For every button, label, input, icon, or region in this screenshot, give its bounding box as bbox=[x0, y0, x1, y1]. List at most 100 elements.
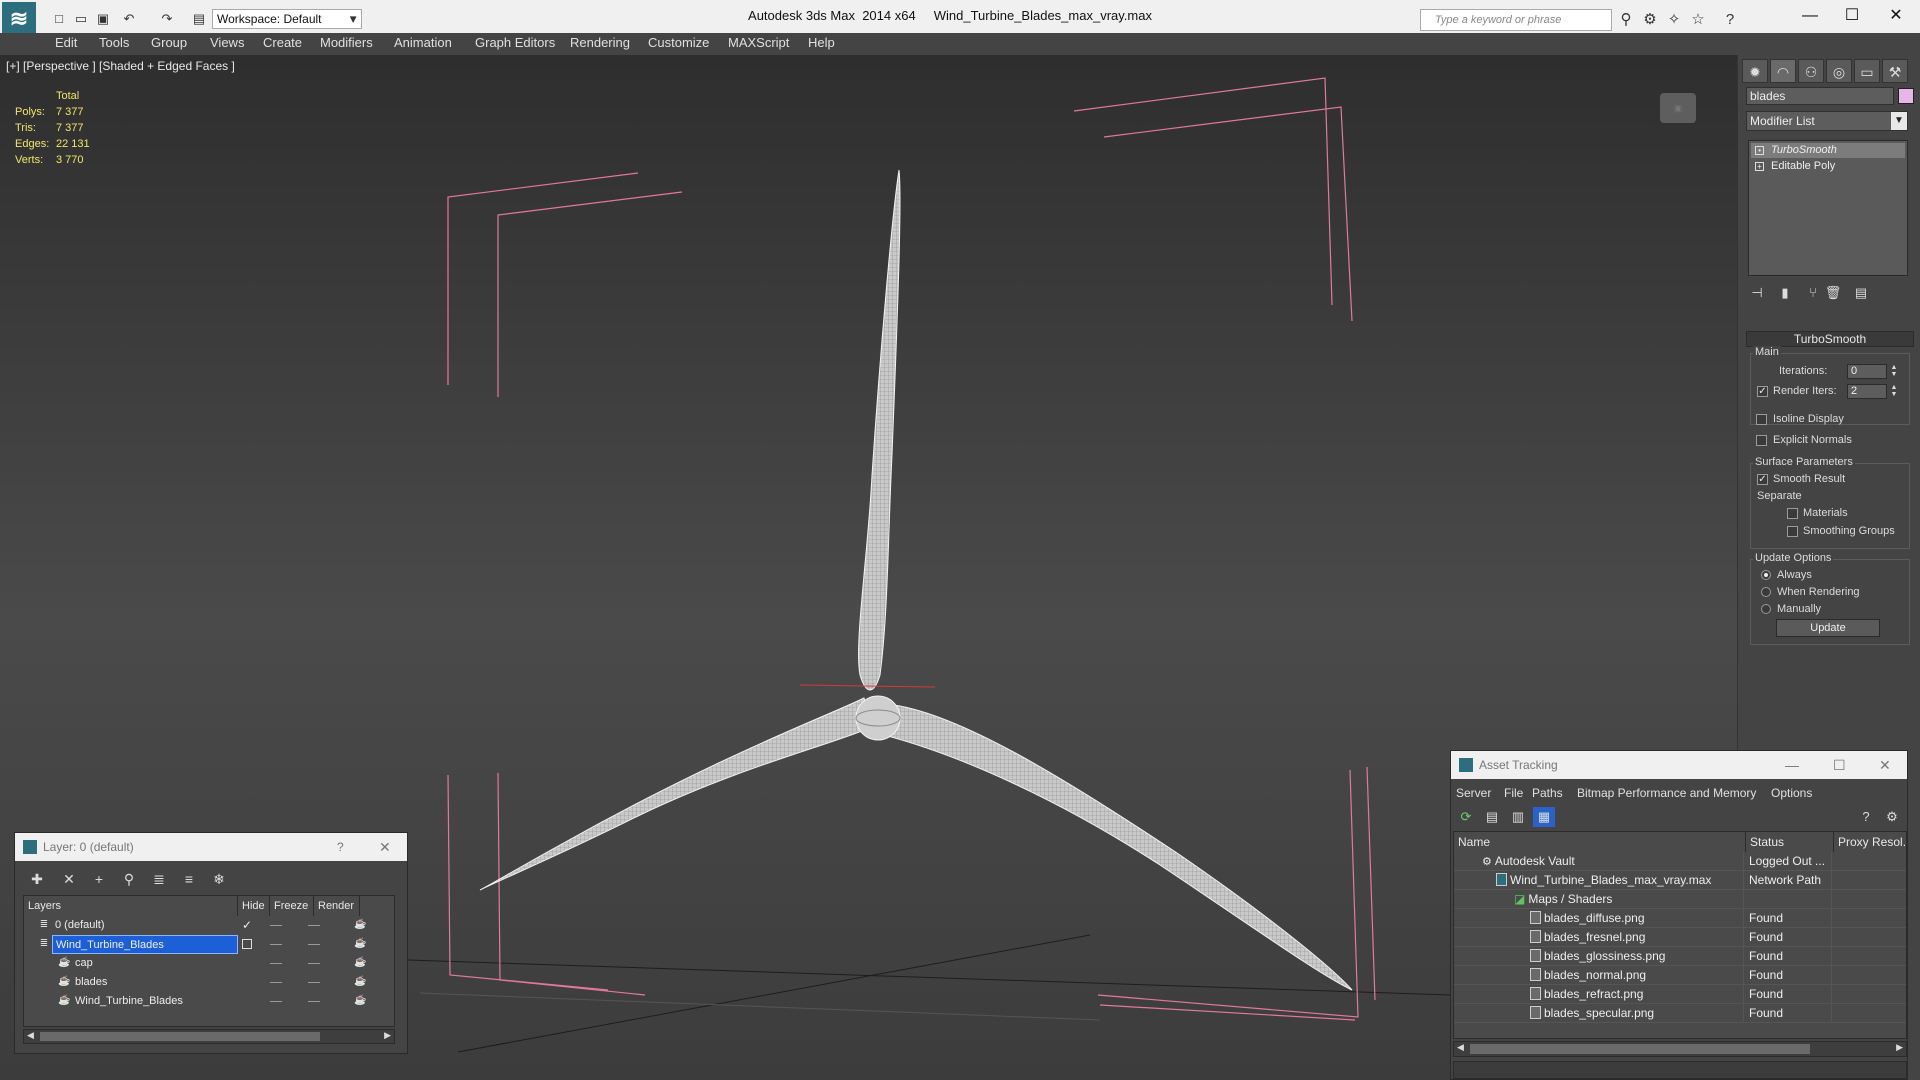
isoline-checkbox[interactable] bbox=[1756, 414, 1767, 425]
menu-rendering[interactable]: Rendering bbox=[570, 33, 630, 54]
menu-views[interactable]: Views bbox=[210, 33, 244, 54]
menu-maxscript[interactable]: MAXScript bbox=[728, 33, 789, 54]
search-input[interactable]: Type a keyword or phrase bbox=[1420, 9, 1612, 31]
menu-server[interactable]: Server bbox=[1456, 783, 1491, 803]
menu-bitmap-performance[interactable]: Bitmap Performance and Memory bbox=[1577, 783, 1756, 803]
menu-modifiers[interactable]: Modifiers bbox=[320, 33, 373, 54]
column-hide[interactable]: Hide bbox=[238, 896, 270, 916]
app-logo-icon[interactable]: ≋ bbox=[2, 2, 36, 36]
column-name[interactable]: Name bbox=[1454, 832, 1746, 852]
horizontal-scrollbar[interactable]: ◀ ▶ bbox=[1453, 1041, 1907, 1057]
stack-item-editable-poly[interactable]: + Editable Poly bbox=[1751, 159, 1905, 174]
asset-window-title-bar[interactable]: Asset Tracking — ☐ ✕ bbox=[1451, 751, 1907, 779]
show-end-result-icon[interactable]: ▮ bbox=[1776, 283, 1794, 303]
viewcube-icon[interactable]: ▣ bbox=[1660, 93, 1696, 123]
column-render[interactable]: Render bbox=[314, 896, 360, 916]
configure-sets-icon[interactable]: ▤ bbox=[1852, 283, 1870, 303]
highlight-layer-icon[interactable]: ≣ bbox=[147, 869, 171, 889]
maximize-icon[interactable]: ☐ bbox=[1833, 751, 1846, 779]
menu-paths[interactable]: Paths bbox=[1532, 783, 1563, 803]
menu-tools[interactable]: Tools bbox=[99, 33, 129, 54]
object-name-field[interactable]: blades bbox=[1746, 87, 1894, 105]
menu-create[interactable]: Create bbox=[263, 33, 302, 54]
render-iters-checkbox[interactable]: ✓ bbox=[1757, 386, 1768, 397]
render-iters-spinner[interactable]: 2 bbox=[1847, 384, 1887, 399]
render-teapot-icon[interactable]: ☕ bbox=[354, 976, 366, 988]
asset-row[interactable]: blades_fresnel.png Found bbox=[1454, 928, 1906, 947]
details-view-icon[interactable]: ▥ bbox=[1507, 807, 1529, 827]
column-freeze[interactable]: Freeze bbox=[270, 896, 314, 916]
subscription-icon[interactable]: ⚙ bbox=[1640, 10, 1660, 30]
settings-icon[interactable]: ⚙ bbox=[1881, 807, 1903, 827]
save-file-icon[interactable]: ▣ bbox=[94, 10, 112, 28]
manually-radio[interactable] bbox=[1761, 604, 1771, 614]
favorites-star-icon[interactable]: ☆ bbox=[1688, 10, 1708, 30]
explicit-normals-checkbox[interactable] bbox=[1756, 435, 1767, 446]
make-unique-icon[interactable]: ⑂ bbox=[1804, 283, 1822, 303]
spinner-arrows-icon[interactable]: ▲ ▼ bbox=[1889, 384, 1899, 399]
binoculars-icon[interactable]: ⚲ bbox=[1616, 10, 1636, 30]
maximize-icon[interactable]: ☐ bbox=[1832, 2, 1872, 30]
lightbulb-icon[interactable]: • bbox=[1755, 146, 1764, 155]
active-check-icon[interactable]: ✓ bbox=[242, 916, 252, 935]
remove-modifier-icon[interactable]: 🗑 bbox=[1824, 283, 1842, 303]
select-objects-icon[interactable]: ⚲ bbox=[117, 869, 141, 889]
close-icon[interactable]: ✕ bbox=[1876, 2, 1916, 30]
asset-row[interactable]: blades_diffuse.png Found bbox=[1454, 909, 1906, 928]
update-button[interactable]: Update bbox=[1776, 619, 1880, 637]
menu-edit[interactable]: Edit bbox=[55, 33, 77, 54]
scroll-left-icon[interactable]: ◀ bbox=[1457, 1042, 1464, 1053]
when-rendering-radio[interactable] bbox=[1761, 587, 1771, 597]
materials-checkbox[interactable] bbox=[1787, 508, 1798, 519]
create-layer-icon[interactable]: ✚ bbox=[25, 869, 49, 889]
layer-row[interactable]: ≣ 0 (default) ✓ ☕ bbox=[24, 916, 394, 935]
pin-stack-icon[interactable]: ⊣ bbox=[1748, 283, 1766, 303]
menu-customize[interactable]: Customize bbox=[648, 33, 709, 54]
minimize-icon[interactable]: — bbox=[1785, 751, 1799, 779]
modifier-list-dropdown[interactable]: Modifier List ▼ bbox=[1746, 111, 1908, 131]
project-folder-icon[interactable]: ▤ bbox=[190, 10, 208, 28]
stack-item-turbosmooth[interactable]: • TurboSmooth bbox=[1751, 143, 1905, 158]
column-status[interactable]: Status bbox=[1746, 832, 1834, 852]
new-file-icon[interactable]: □ bbox=[50, 10, 68, 28]
asset-row[interactable]: ◪ Maps / Shaders bbox=[1454, 890, 1906, 909]
close-icon[interactable]: ✕ bbox=[1879, 751, 1891, 779]
layer-row[interactable]: ☕ blades ☕ bbox=[24, 973, 394, 992]
spinner-arrows-icon[interactable]: ▲ ▼ bbox=[1889, 364, 1899, 379]
hierarchy-tab-icon[interactable]: ⚇ bbox=[1798, 59, 1824, 83]
scrollbar-thumb[interactable] bbox=[40, 1032, 320, 1041]
menu-group[interactable]: Group bbox=[151, 33, 187, 54]
list-view-icon[interactable]: ▤ bbox=[1481, 807, 1503, 827]
menu-file[interactable]: File bbox=[1504, 783, 1523, 803]
delete-layer-icon[interactable]: ✕ bbox=[57, 869, 81, 889]
layer-row[interactable]: ☕ cap ☕ bbox=[24, 954, 394, 973]
help-icon[interactable]: ? bbox=[1855, 807, 1877, 827]
menu-graph-editors[interactable]: Graph Editors bbox=[475, 33, 555, 54]
motion-tab-icon[interactable]: ◎ bbox=[1826, 59, 1852, 83]
smoothing-groups-checkbox[interactable] bbox=[1787, 526, 1798, 537]
render-teapot-icon[interactable]: ☕ bbox=[354, 919, 366, 931]
layer-row[interactable]: ≣ Wind_Turbine_Blades ☕ bbox=[24, 935, 394, 954]
scroll-right-icon[interactable]: ▶ bbox=[384, 1030, 391, 1041]
add-to-layer-icon[interactable]: + bbox=[87, 869, 111, 889]
freeze-all-icon[interactable]: ❄ bbox=[207, 869, 231, 889]
asset-row[interactable]: blades_glossiness.png Found bbox=[1454, 947, 1906, 966]
scroll-right-icon[interactable]: ▶ bbox=[1896, 1042, 1903, 1053]
asset-row[interactable]: blades_refract.png Found bbox=[1454, 985, 1906, 1004]
asset-row[interactable]: blades_normal.png Found bbox=[1454, 966, 1906, 985]
menu-options[interactable]: Options bbox=[1771, 783, 1812, 803]
asset-row[interactable]: ⚙ Autodesk Vault Logged Out ... bbox=[1454, 852, 1906, 871]
table-view-icon[interactable]: ▦ bbox=[1533, 807, 1555, 827]
quick-access-menu-icon[interactable]: ▾ bbox=[344, 10, 362, 28]
menu-help[interactable]: Help bbox=[808, 33, 835, 54]
minimize-icon[interactable]: — bbox=[1790, 2, 1830, 30]
workspace-dropdown[interactable]: Workspace: Default ▼ bbox=[212, 9, 362, 29]
hide-all-icon[interactable]: ≡ bbox=[177, 869, 201, 889]
open-file-icon[interactable]: ▭ bbox=[72, 10, 90, 28]
redo-icon[interactable]: ↷ bbox=[158, 10, 176, 28]
horizontal-scrollbar[interactable]: ◀ ▶ bbox=[23, 1029, 395, 1044]
iterations-spinner[interactable]: 0 bbox=[1847, 364, 1887, 379]
always-radio[interactable] bbox=[1761, 570, 1771, 580]
scrollbar-thumb[interactable] bbox=[1470, 1044, 1810, 1054]
smooth-result-checkbox[interactable]: ✓ bbox=[1757, 474, 1768, 485]
